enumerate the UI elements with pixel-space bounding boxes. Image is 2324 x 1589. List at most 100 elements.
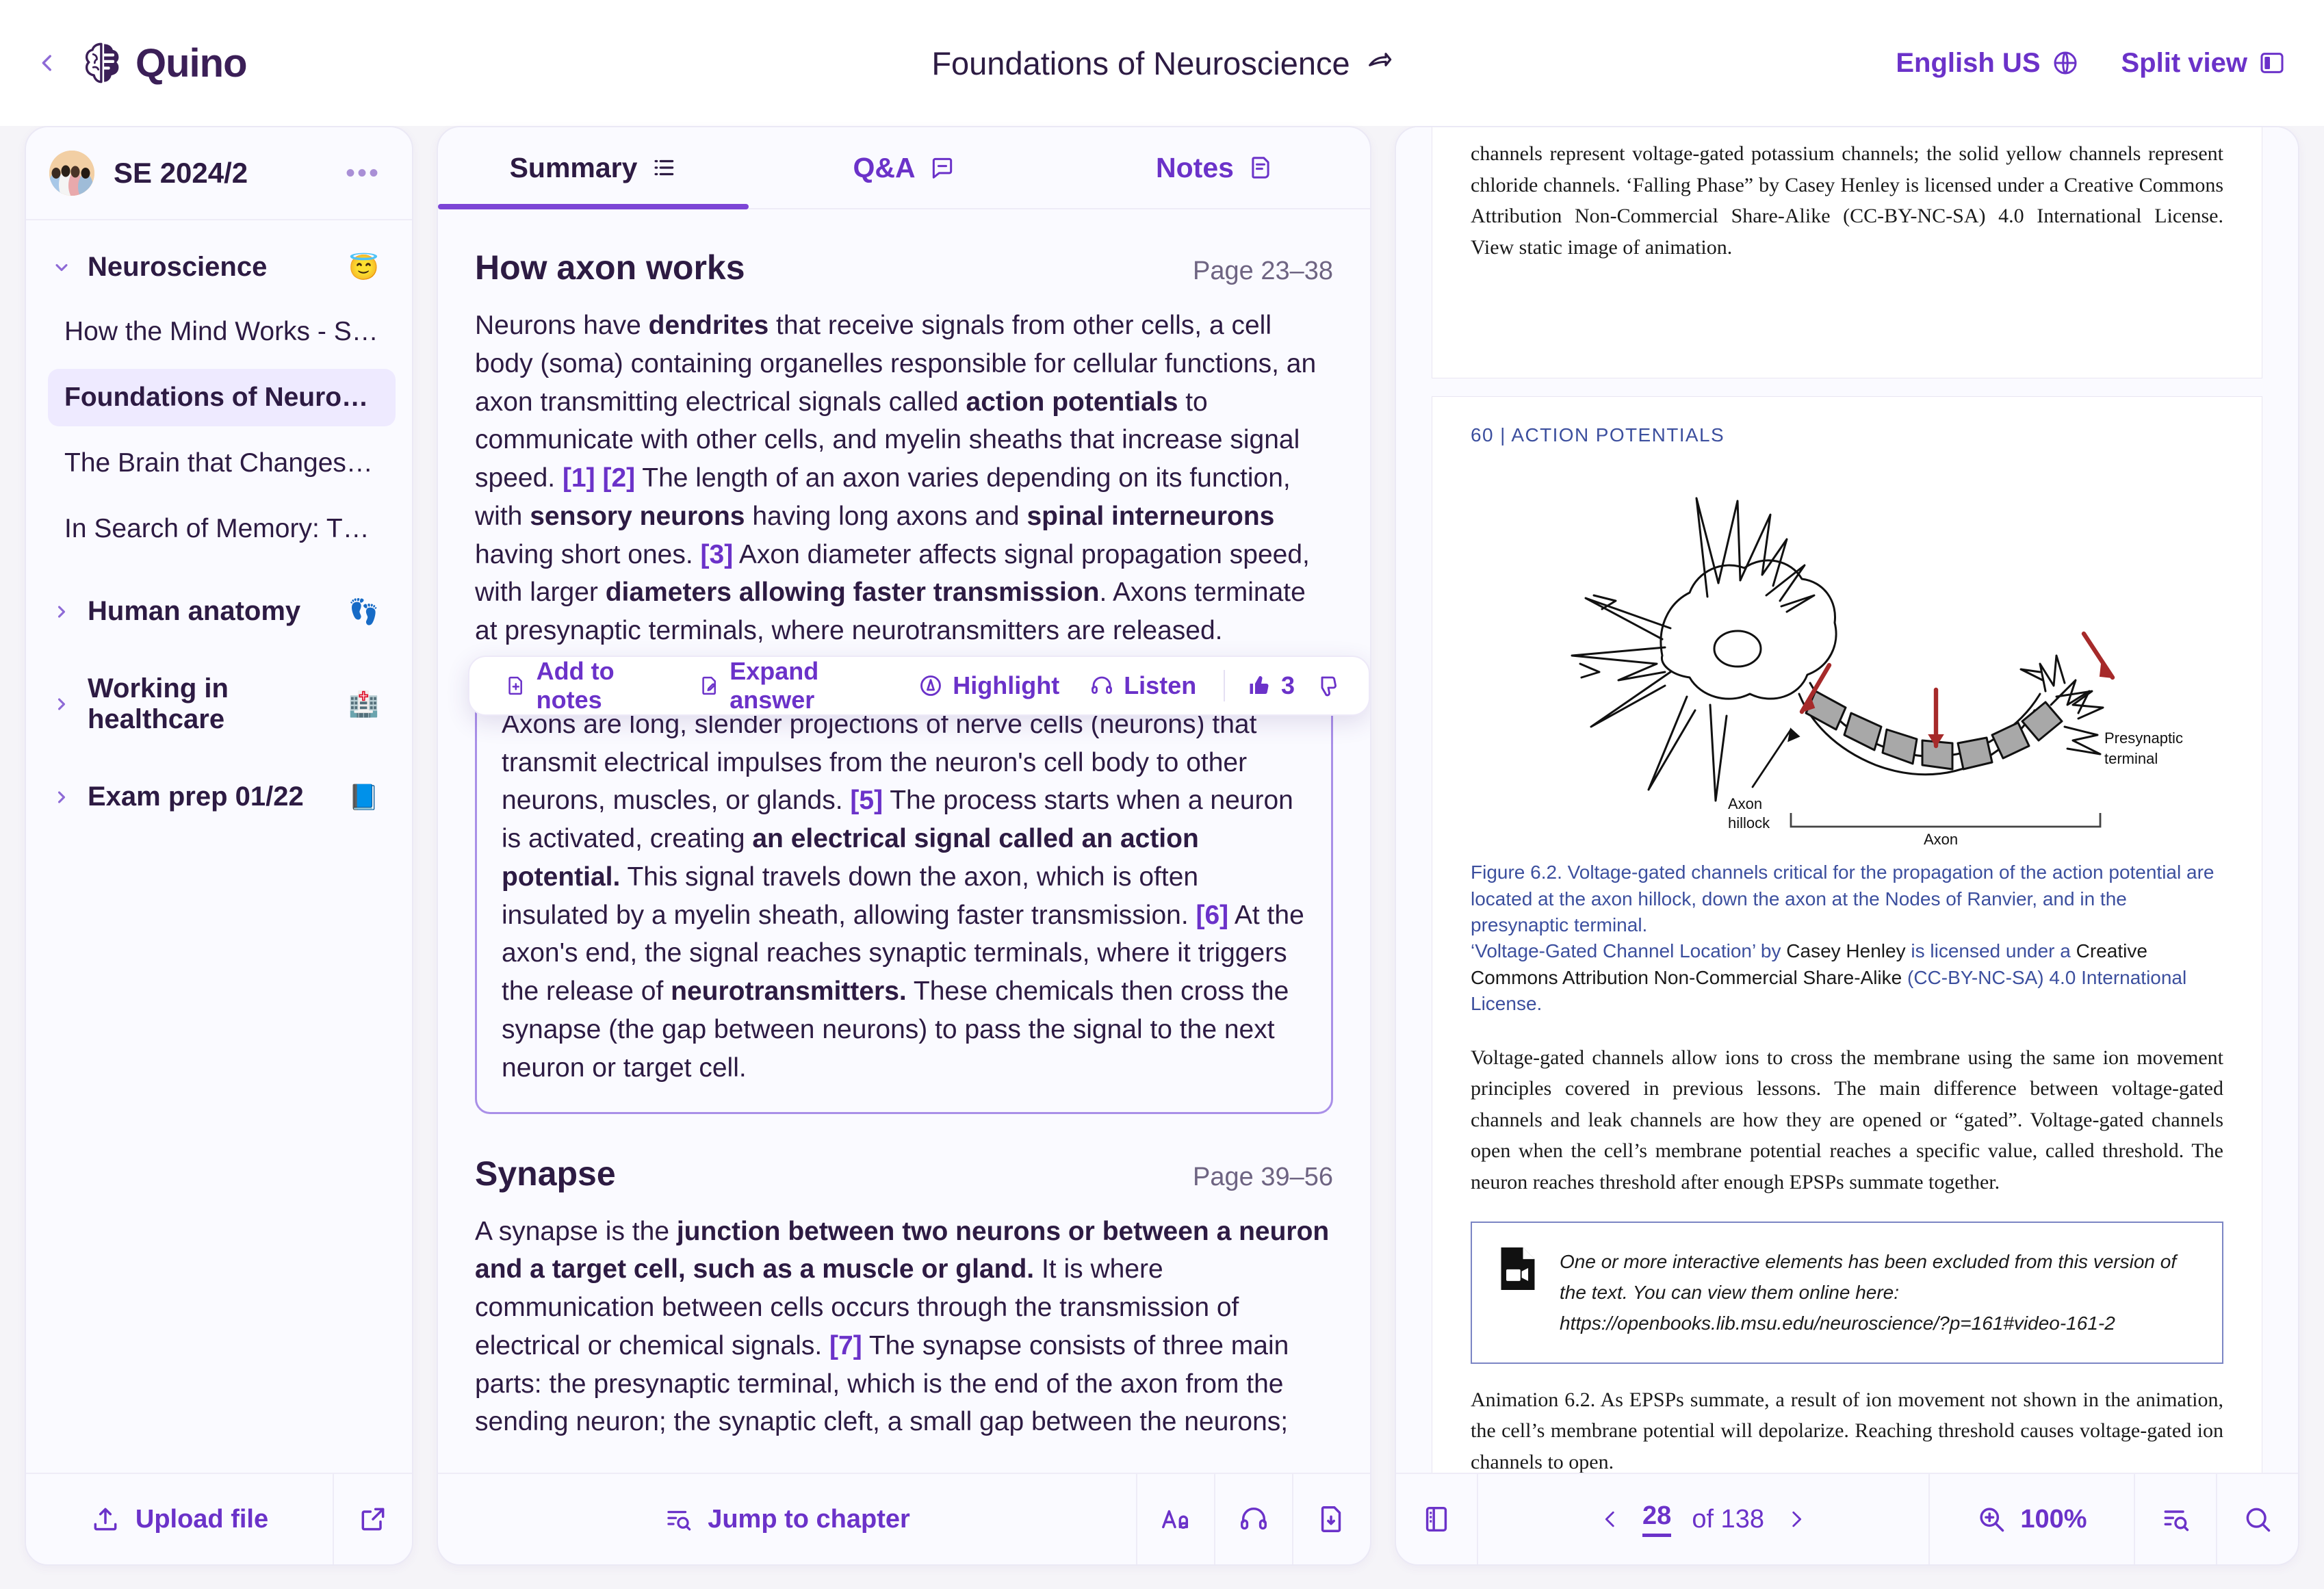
toolbar-divider bbox=[1224, 670, 1225, 701]
figure-label-presynaptic: Presynaptic bbox=[2104, 729, 2183, 747]
download-button[interactable] bbox=[1292, 1474, 1370, 1564]
split-view-label: Split view bbox=[2121, 47, 2248, 78]
sidebar-group-working-in-healthcare[interactable]: Working in healthcare 🏥 bbox=[42, 665, 396, 743]
app-root: Quino Foundations of Neuroscience Englis… bbox=[0, 0, 2324, 1589]
jump-to-chapter-button[interactable]: Jump to chapter bbox=[438, 1474, 1136, 1564]
section-paragraph: A synapse is the junction between two ne… bbox=[475, 1216, 1330, 1437]
workspace-header[interactable]: SE 2024/2 ••• bbox=[26, 127, 412, 220]
expand-answer-button[interactable]: Expand answer bbox=[684, 657, 904, 714]
pdf-total-pages: of 138 bbox=[1692, 1504, 1764, 1534]
thumbs-up-button[interactable]: 3 bbox=[1237, 671, 1304, 700]
selection-toolbar: Add to notes Expand answer Highlight Lis… bbox=[468, 656, 1370, 716]
document-pen-icon bbox=[701, 676, 716, 695]
headphones-icon bbox=[1092, 676, 1113, 694]
video-file-icon bbox=[1501, 1247, 1535, 1290]
split-view-icon bbox=[2260, 53, 2284, 73]
pdf-current-page[interactable]: 28 bbox=[1642, 1501, 1672, 1537]
zoom-in-icon bbox=[1980, 1508, 2004, 1532]
headphones-icon bbox=[1241, 1508, 1267, 1530]
pdf-search-button[interactable] bbox=[2216, 1474, 2298, 1564]
sidebar-group-label: Exam prep 01/22 bbox=[88, 781, 304, 812]
caption-line-2c: is licensed under a bbox=[1905, 940, 2076, 962]
highlight-button[interactable]: Highlight bbox=[903, 671, 1074, 700]
upload-file-button[interactable]: Upload file bbox=[26, 1474, 333, 1564]
caption-line-2a: ‘Voltage-Gated Channel Location’ by bbox=[1471, 940, 1787, 962]
chevron-left-icon bbox=[42, 55, 51, 71]
document-plus-icon bbox=[508, 676, 522, 695]
tab-notes[interactable]: Notes bbox=[1059, 127, 1370, 208]
back-button[interactable] bbox=[36, 51, 59, 75]
pdf-outline-button[interactable] bbox=[2134, 1474, 2216, 1564]
brand-name: Quino bbox=[135, 40, 248, 86]
tab-qa[interactable]: Q&A bbox=[749, 127, 1059, 208]
sidebar-item-foundations-of-neuroscience[interactable]: Foundations of Neuroscience bbox=[48, 369, 396, 426]
add-to-notes-button[interactable]: Add to notes bbox=[490, 657, 684, 714]
caption-line-1: Figure 6.2. Voltage-gated channels criti… bbox=[1471, 862, 2215, 936]
section-paragraph: Neurons have dendrites that receive sign… bbox=[475, 311, 1317, 646]
jump-to-chapter-icon bbox=[2164, 1510, 2189, 1532]
chevron-down-icon bbox=[52, 258, 71, 277]
sidebar-item-how-the-mind-works[interactable]: How the Mind Works - Steve… bbox=[48, 303, 396, 361]
sidebar-item-the-brain-that-changes-itself[interactable]: The Brain that Changes Itself bbox=[48, 435, 396, 492]
hospital-emoji: 🏥 bbox=[348, 690, 379, 718]
app-body: SE 2024/2 ••• Neuroscience 😇 How the Min… bbox=[0, 126, 2324, 1589]
document-title: Foundations of Neuroscience bbox=[931, 44, 1350, 81]
search-icon bbox=[2246, 1508, 2271, 1532]
brand-logo[interactable]: Quino bbox=[79, 40, 248, 86]
external-link-icon bbox=[361, 1508, 385, 1531]
font-size-icon bbox=[1162, 1510, 1189, 1529]
figure-label-axon-hillock: Axon bbox=[1728, 795, 1762, 812]
pdf-running-head: 60 | ACTION POTENTIALS bbox=[1471, 424, 1725, 446]
chevron-left-icon[interactable] bbox=[1599, 1508, 1622, 1531]
sidebar-item-in-search-of-memory[interactable]: In Search of Memory: The Em… bbox=[48, 500, 396, 558]
chevron-right-icon bbox=[52, 695, 71, 714]
language-label: English US bbox=[1896, 47, 2041, 78]
summary-content[interactable]: How axon works Page 23–38 Neurons have d… bbox=[438, 209, 1370, 1473]
section-header-synapse: Synapse Page 39–56 bbox=[475, 1114, 1333, 1213]
book-emoji: 📘 bbox=[348, 782, 379, 811]
summary-footer: Jump to chapter bbox=[438, 1473, 1370, 1564]
pdf-zoom-control[interactable]: 100% bbox=[1928, 1474, 2134, 1564]
sidebar-group-human-anatomy[interactable]: Human anatomy 👣 bbox=[42, 588, 396, 635]
listen-button[interactable]: Listen bbox=[1074, 671, 1211, 700]
avatar-image bbox=[49, 151, 94, 196]
highlight-pen-icon bbox=[920, 675, 942, 696]
language-selector[interactable]: English US bbox=[1896, 48, 2078, 79]
pdf-viewport[interactable]: channels represent voltage-gated potassi… bbox=[1396, 127, 2298, 1473]
sidebar-footer: Upload file bbox=[26, 1473, 412, 1564]
jump-to-chapter-label: Jump to chapter bbox=[708, 1504, 910, 1534]
upload-file-label: Upload file bbox=[135, 1504, 269, 1534]
ellipsis-icon[interactable]: ••• bbox=[346, 159, 380, 187]
font-size-button[interactable] bbox=[1136, 1474, 1214, 1564]
pdf-sidebar-icon bbox=[1425, 1506, 1447, 1532]
tab-notes-label: Notes bbox=[1156, 151, 1234, 183]
pdf-notice-text: One or more interactive elements has bee… bbox=[1560, 1250, 2177, 1334]
audio-button[interactable] bbox=[1214, 1474, 1292, 1564]
sidebar-list: Neuroscience 😇 How the Mind Works - Stev… bbox=[26, 220, 412, 1473]
expanded-answer-box: Axons are long, slender projections of n… bbox=[475, 680, 1333, 1114]
sidebar-panel: SE 2024/2 ••• Neuroscience 😇 How the Min… bbox=[25, 126, 413, 1566]
globe-icon bbox=[2054, 51, 2076, 75]
avatar bbox=[49, 151, 94, 196]
chevron-right-icon[interactable] bbox=[1785, 1508, 1808, 1531]
note-icon bbox=[1252, 157, 1269, 179]
pdf-figure-caption: Figure 6.2. Voltage-gated channels criti… bbox=[1471, 860, 2223, 1017]
pdf-page-current: 60 | ACTION POTENTIALS Axon hillock Axon… bbox=[1432, 396, 2262, 1473]
open-external-button[interactable] bbox=[333, 1474, 412, 1564]
pdf-body-paragraph: Voltage-gated channels allow ions to cro… bbox=[1471, 1046, 2223, 1193]
sidebar-group-exam-prep[interactable]: Exam prep 01/22 📘 bbox=[42, 773, 396, 821]
pdf-sidebar-toggle[interactable] bbox=[1396, 1474, 1478, 1564]
highlight-label: Highlight bbox=[953, 671, 1060, 699]
tab-summary[interactable]: Summary bbox=[438, 127, 749, 209]
brain-icon bbox=[85, 42, 119, 83]
add-to-notes-label: Add to notes bbox=[536, 657, 615, 714]
thumbs-down-button[interactable] bbox=[1304, 673, 1348, 698]
pdf-page-previous: channels represent voltage-gated potassi… bbox=[1432, 127, 2262, 379]
thumbs-down-icon bbox=[1321, 676, 1337, 697]
smiling-face-with-halo-emoji: 😇 bbox=[348, 253, 379, 281]
sidebar-group-neuroscience[interactable]: Neuroscience 😇 bbox=[42, 244, 396, 291]
upload-icon bbox=[94, 1508, 117, 1531]
split-view-button[interactable]: Split view bbox=[2121, 48, 2286, 79]
share-icon[interactable] bbox=[1365, 49, 1393, 77]
caption-author: Casey Henley bbox=[1786, 940, 1906, 962]
